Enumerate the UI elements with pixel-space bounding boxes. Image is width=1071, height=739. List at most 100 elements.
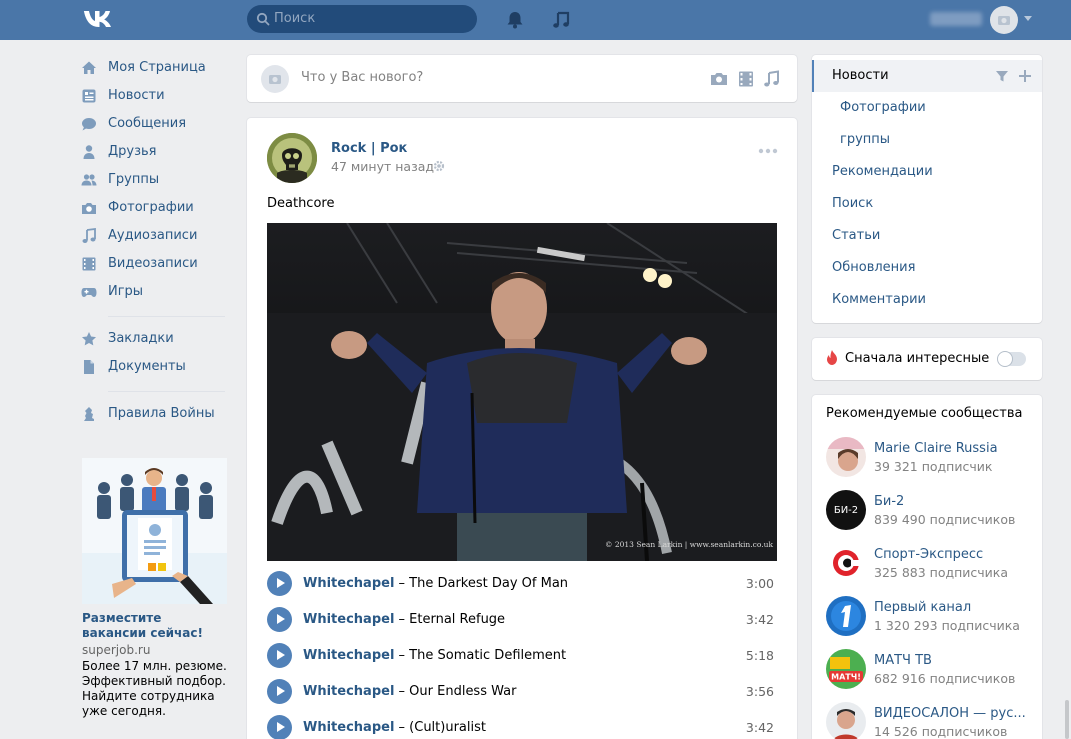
sidebar-item-my-page[interactable]: Моя Страница (80, 56, 230, 80)
play-icon[interactable] (267, 715, 292, 739)
audio-track[interactable]: Whitechapel – Our Endless War 3:56 (267, 674, 777, 710)
track-title[interactable]: Eternal Refuge (409, 612, 505, 627)
vk-logo[interactable] (82, 8, 116, 30)
sidebar-item-bookmarks[interactable]: Закладки (80, 327, 230, 351)
ad-title[interactable]: Разместите вакансии сейчас! (82, 611, 227, 641)
interesting-first-toggle[interactable] (997, 351, 1026, 367)
play-icon[interactable] (267, 643, 292, 668)
filter-articles[interactable]: Статьи (812, 220, 1042, 252)
sidebar-item-app[interactable]: Правила Войны (80, 402, 230, 426)
attach-audio-icon[interactable] (762, 70, 780, 88)
user-name-blurred[interactable] (930, 12, 982, 26)
track-artist[interactable]: Whitechapel (303, 648, 394, 663)
community-name[interactable]: Первый канал (874, 600, 971, 615)
community-item[interactable]: Первый канал 1 320 293 подписчика (826, 596, 1036, 646)
more-options-icon[interactable] (758, 148, 778, 154)
search-box[interactable]: Поиск (247, 5, 477, 33)
audio-track[interactable]: Whitechapel – (Cult)uralist 3:42 (267, 710, 777, 739)
filter-search[interactable]: Поиск (812, 188, 1042, 220)
sidebar-item-label: Правила Войны (108, 406, 215, 421)
composer-placeholder[interactable]: Что у Вас нового? (301, 70, 423, 85)
filter-recommendations[interactable]: Рекомендации (812, 156, 1042, 188)
interesting-first-toggle-card[interactable]: Сначала интересные (812, 338, 1042, 380)
camera-placeholder-icon (998, 16, 1010, 25)
composer-avatar (261, 65, 289, 93)
filter-icon[interactable] (995, 69, 1009, 83)
chevron-down-icon[interactable] (1024, 16, 1032, 21)
track-line[interactable]: Whitechapel – Our Endless War (303, 684, 516, 699)
attach-video-icon[interactable] (737, 70, 755, 88)
post-author-avatar[interactable] (267, 133, 317, 183)
sidebar-item-video[interactable]: Видеозаписи (80, 252, 230, 276)
play-icon[interactable] (267, 679, 292, 704)
community-avatar[interactable]: МАТЧ! (826, 649, 866, 689)
filter-news[interactable]: Новости (812, 60, 1042, 92)
ad-block[interactable]: Разместите вакансии сейчас! superjob.ru … (82, 458, 227, 719)
sidebar-item-messages[interactable]: Сообщения (80, 112, 230, 136)
filter-photos[interactable]: Фотографии (812, 92, 1042, 124)
track-line[interactable]: Whitechapel – The Somatic Defilement (303, 648, 566, 663)
community-name[interactable]: Би-2 (874, 494, 904, 509)
sidebar-item-games[interactable]: Игры (80, 280, 230, 304)
community-subscribers: 1 320 293 подписчика (874, 618, 1020, 633)
post-composer[interactable]: Что у Вас нового? (247, 55, 797, 102)
track-line[interactable]: Whitechapel – (Cult)uralist (303, 720, 486, 735)
user-avatar[interactable] (990, 6, 1018, 34)
bell-icon[interactable] (504, 9, 526, 31)
filter-updates[interactable]: Обновления (812, 252, 1042, 284)
community-avatar[interactable] (826, 596, 866, 636)
sidebar-item-news[interactable]: Новости (80, 84, 230, 108)
bi2-logo-text: БИ-2 (834, 505, 858, 516)
sidebar-item-label: Игры (108, 284, 144, 299)
post-author-link[interactable]: Rock | Рок (331, 141, 407, 156)
community-avatar[interactable] (826, 437, 866, 477)
music-icon[interactable] (550, 9, 572, 31)
community-item[interactable]: МАТЧ! МАТЧ ТВ 682 916 подписчиков (826, 649, 1036, 699)
community-item[interactable]: БИ-2 Би-2 839 490 подписчиков (826, 490, 1036, 540)
community-name[interactable]: ВИДЕОСАЛОН — рус... (874, 706, 1026, 721)
track-artist[interactable]: Whitechapel (303, 612, 394, 627)
track-artist[interactable]: Whitechapel (303, 720, 394, 735)
community-avatar[interactable] (826, 702, 866, 739)
audio-track[interactable]: Whitechapel – The Somatic Defilement 5:1… (267, 638, 777, 674)
filter-comments[interactable]: Комментарии (812, 284, 1042, 316)
community-name[interactable]: Marie Claire Russia (874, 441, 998, 456)
play-icon[interactable] (267, 571, 292, 596)
vk-logo-icon (83, 11, 111, 27)
track-artist[interactable]: Whitechapel (303, 576, 394, 591)
track-title[interactable]: The Somatic Defilement (409, 648, 566, 663)
post-photo[interactable]: © 2013 Sean Larkin | www.seanlarkin.co.u… (267, 223, 777, 561)
post-time[interactable]: 47 минут назад (331, 159, 434, 174)
sidebar-item-friends[interactable]: Друзья (80, 140, 230, 164)
track-line[interactable]: Whitechapel – The Darkest Day Of Man (303, 576, 568, 591)
community-item[interactable]: Спорт-Экспресс 325 883 подписчика (826, 543, 1036, 593)
gear-icon[interactable] (433, 160, 445, 172)
search-placeholder: Поиск (274, 11, 316, 26)
track-artist[interactable]: Whitechapel (303, 684, 394, 699)
plus-icon[interactable] (1018, 69, 1032, 83)
sidebar-item-documents[interactable]: Документы (80, 355, 230, 379)
filter-groups[interactable]: группы (812, 124, 1042, 156)
sidebar-item-photos[interactable]: Фотографии (80, 196, 230, 220)
concert-photo-image (267, 223, 777, 561)
top-header: Поиск (0, 0, 1071, 40)
community-avatar[interactable]: БИ-2 (826, 490, 866, 530)
track-title[interactable]: (Cult)uralist (409, 720, 486, 735)
community-item[interactable]: ВИДЕОСАЛОН — рус... 14 526 подписчиков (826, 702, 1036, 739)
audio-track[interactable]: Whitechapel – The Darkest Day Of Man 3:0… (267, 566, 777, 602)
track-title[interactable]: Our Endless War (409, 684, 516, 699)
sidebar-item-groups[interactable]: Группы (80, 168, 230, 192)
community-name[interactable]: МАТЧ ТВ (874, 653, 932, 668)
attach-photo-icon[interactable] (710, 70, 728, 88)
app-icon (84, 407, 94, 421)
track-line[interactable]: Whitechapel – Eternal Refuge (303, 612, 505, 627)
play-icon[interactable] (267, 607, 292, 632)
community-item[interactable]: Marie Claire Russia 39 321 подписчик (826, 437, 1036, 487)
page-scrollbar[interactable] (1065, 700, 1069, 739)
ad-image[interactable] (82, 458, 227, 604)
track-title[interactable]: The Darkest Day Of Man (409, 576, 568, 591)
sidebar-item-audio[interactable]: Аудиозаписи (80, 224, 230, 248)
community-name[interactable]: Спорт-Экспресс (874, 547, 983, 562)
community-avatar[interactable] (826, 543, 866, 583)
audio-track[interactable]: Whitechapel – Eternal Refuge 3:42 (267, 602, 777, 638)
